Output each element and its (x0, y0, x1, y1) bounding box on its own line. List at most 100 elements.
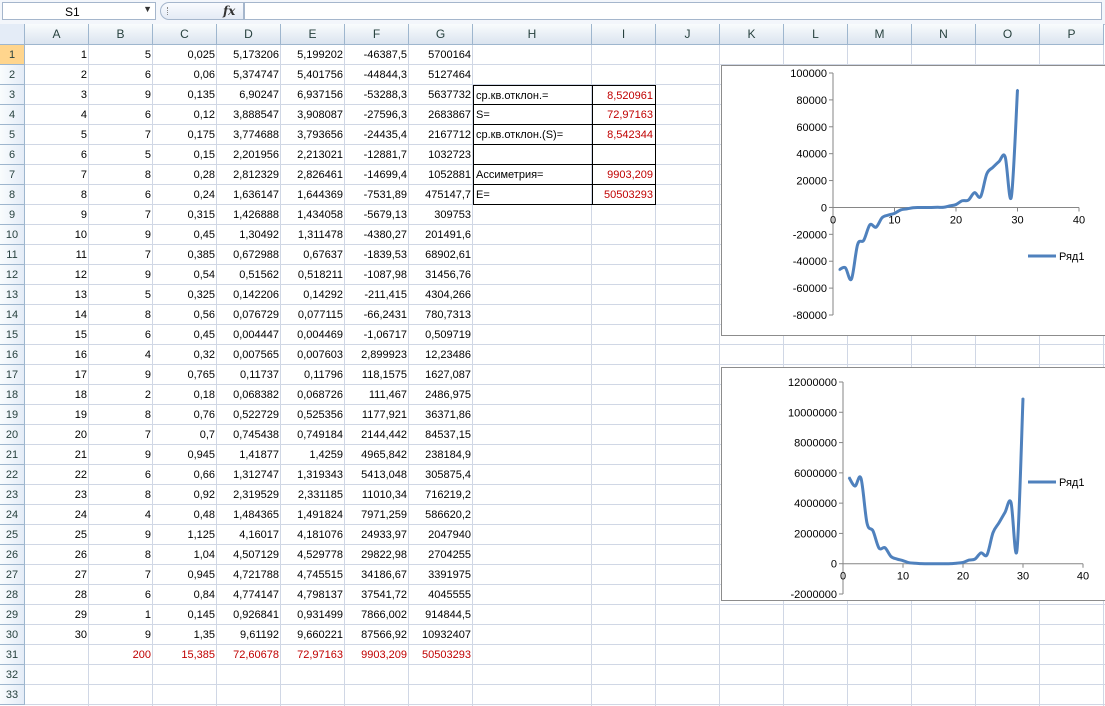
column-header-j[interactable]: J (656, 24, 720, 45)
cell-d21[interactable]: 1,41877 (217, 445, 281, 465)
cell-h4[interactable]: S= (473, 105, 592, 125)
cell-f7[interactable]: -14699,4 (345, 165, 409, 185)
cell-b5[interactable]: 7 (89, 125, 153, 145)
column-header-d[interactable]: D (217, 24, 281, 45)
cell-a27[interactable]: 27 (25, 565, 89, 585)
cell-a24[interactable]: 24 (25, 505, 89, 525)
row-header-15[interactable]: 15 (0, 325, 25, 345)
cell-f16[interactable]: 2,899923 (345, 345, 409, 365)
cell-d18[interactable]: 0,068382 (217, 385, 281, 405)
cell-b20[interactable]: 7 (89, 425, 153, 445)
cell-d4[interactable]: 3,888547 (217, 105, 281, 125)
cell-g12[interactable]: 31456,76 (409, 265, 473, 285)
cell-e29[interactable]: 0,931499 (281, 605, 345, 625)
cell-g3[interactable]: 5637732 (409, 85, 473, 105)
cell-g8[interactable]: 475147,7 (409, 185, 473, 205)
cell-e24[interactable]: 1,491824 (281, 505, 345, 525)
cell-e31[interactable]: 72,97163 (281, 645, 345, 665)
cell-i3[interactable]: 8,520961 (592, 85, 656, 105)
cell-d16[interactable]: 0,007565 (217, 345, 281, 365)
cell-e30[interactable]: 9,660221 (281, 625, 345, 645)
cell-b3[interactable]: 9 (89, 85, 153, 105)
row-header-10[interactable]: 10 (0, 225, 25, 245)
cell-h3[interactable]: ср.кв.отклон.= (473, 85, 592, 105)
cell-e11[interactable]: 0,67637 (281, 245, 345, 265)
cell-g29[interactable]: 914844,5 (409, 605, 473, 625)
cell-g17[interactable]: 1627,087 (409, 365, 473, 385)
row-header-29[interactable]: 29 (0, 605, 25, 625)
cell-a3[interactable]: 3 (25, 85, 89, 105)
cell-f9[interactable]: -5679,13 (345, 205, 409, 225)
cell-d8[interactable]: 1,636147 (217, 185, 281, 205)
cell-b13[interactable]: 5 (89, 285, 153, 305)
cell-e26[interactable]: 4,529778 (281, 545, 345, 565)
cell-i8[interactable]: 50503293 (592, 185, 656, 205)
cell-d9[interactable]: 1,426888 (217, 205, 281, 225)
cell-g7[interactable]: 1052881 (409, 165, 473, 185)
cell-b18[interactable]: 2 (89, 385, 153, 405)
cell-b31[interactable]: 200 (89, 645, 153, 665)
cell-g27[interactable]: 3391975 (409, 565, 473, 585)
cell-h8[interactable]: E= (473, 185, 592, 205)
row-header-31[interactable]: 31 (0, 645, 25, 665)
cell-c18[interactable]: 0,18 (153, 385, 217, 405)
cell-f21[interactable]: 4965,842 (345, 445, 409, 465)
cell-e12[interactable]: 0,518211 (281, 265, 345, 285)
cell-d23[interactable]: 2,319529 (217, 485, 281, 505)
cell-d30[interactable]: 9,61192 (217, 625, 281, 645)
row-header-24[interactable]: 24 (0, 505, 25, 525)
cell-b21[interactable]: 9 (89, 445, 153, 465)
cell-h6[interactable] (473, 145, 592, 165)
cell-e6[interactable]: 2,213021 (281, 145, 345, 165)
row-header-3[interactable]: 3 (0, 85, 25, 105)
cell-c1[interactable]: 0,025 (153, 45, 217, 65)
cell-f25[interactable]: 24933,97 (345, 525, 409, 545)
cell-a18[interactable]: 18 (25, 385, 89, 405)
row-header-5[interactable]: 5 (0, 125, 25, 145)
cell-c21[interactable]: 0,945 (153, 445, 217, 465)
cell-i7[interactable]: 9903,209 (592, 165, 656, 185)
row-header-22[interactable]: 22 (0, 465, 25, 485)
cell-g16[interactable]: 12,23486 (409, 345, 473, 365)
cell-f19[interactable]: 1177,921 (345, 405, 409, 425)
cell-b10[interactable]: 9 (89, 225, 153, 245)
row-header-23[interactable]: 23 (0, 485, 25, 505)
cell-g13[interactable]: 4304,266 (409, 285, 473, 305)
cell-c5[interactable]: 0,175 (153, 125, 217, 145)
cell-e21[interactable]: 1,4259 (281, 445, 345, 465)
cell-a13[interactable]: 13 (25, 285, 89, 305)
cell-d15[interactable]: 0,004447 (217, 325, 281, 345)
row-header-6[interactable]: 6 (0, 145, 25, 165)
cell-c29[interactable]: 0,145 (153, 605, 217, 625)
cell-c11[interactable]: 0,385 (153, 245, 217, 265)
cell-b28[interactable]: 6 (89, 585, 153, 605)
cell-e2[interactable]: 5,401756 (281, 65, 345, 85)
cell-f13[interactable]: -211,415 (345, 285, 409, 305)
cell-e10[interactable]: 1,311478 (281, 225, 345, 245)
cell-d7[interactable]: 2,812329 (217, 165, 281, 185)
row-header-12[interactable]: 12 (0, 265, 25, 285)
cell-b4[interactable]: 6 (89, 105, 153, 125)
column-header-p[interactable]: P (1040, 24, 1104, 45)
row-header-9[interactable]: 9 (0, 205, 25, 225)
cell-a16[interactable]: 16 (25, 345, 89, 365)
cell-g24[interactable]: 586620,2 (409, 505, 473, 525)
cell-d12[interactable]: 0,51562 (217, 265, 281, 285)
column-header-f[interactable]: F (345, 24, 409, 45)
cell-d27[interactable]: 4,721788 (217, 565, 281, 585)
cell-c24[interactable]: 0,48 (153, 505, 217, 525)
column-header-g[interactable]: G (409, 24, 473, 45)
cell-d20[interactable]: 0,745438 (217, 425, 281, 445)
chart-excess[interactable]: 12000000 10000000 8000000 6000000 4000000 200… (721, 367, 1105, 601)
cell-e28[interactable]: 4,798137 (281, 585, 345, 605)
cell-d10[interactable]: 1,30492 (217, 225, 281, 245)
cell-a14[interactable]: 14 (25, 305, 89, 325)
cell-c23[interactable]: 0,92 (153, 485, 217, 505)
cell-b22[interactable]: 6 (89, 465, 153, 485)
cell-b6[interactable]: 5 (89, 145, 153, 165)
chart-deviation[interactable]: 100000 80000 60000 40000 20000 0 -20000 -40000-… (721, 65, 1105, 336)
column-header-i[interactable]: I (592, 24, 656, 45)
cell-c26[interactable]: 1,04 (153, 545, 217, 565)
cell-e20[interactable]: 0,749184 (281, 425, 345, 445)
cell-c25[interactable]: 1,125 (153, 525, 217, 545)
